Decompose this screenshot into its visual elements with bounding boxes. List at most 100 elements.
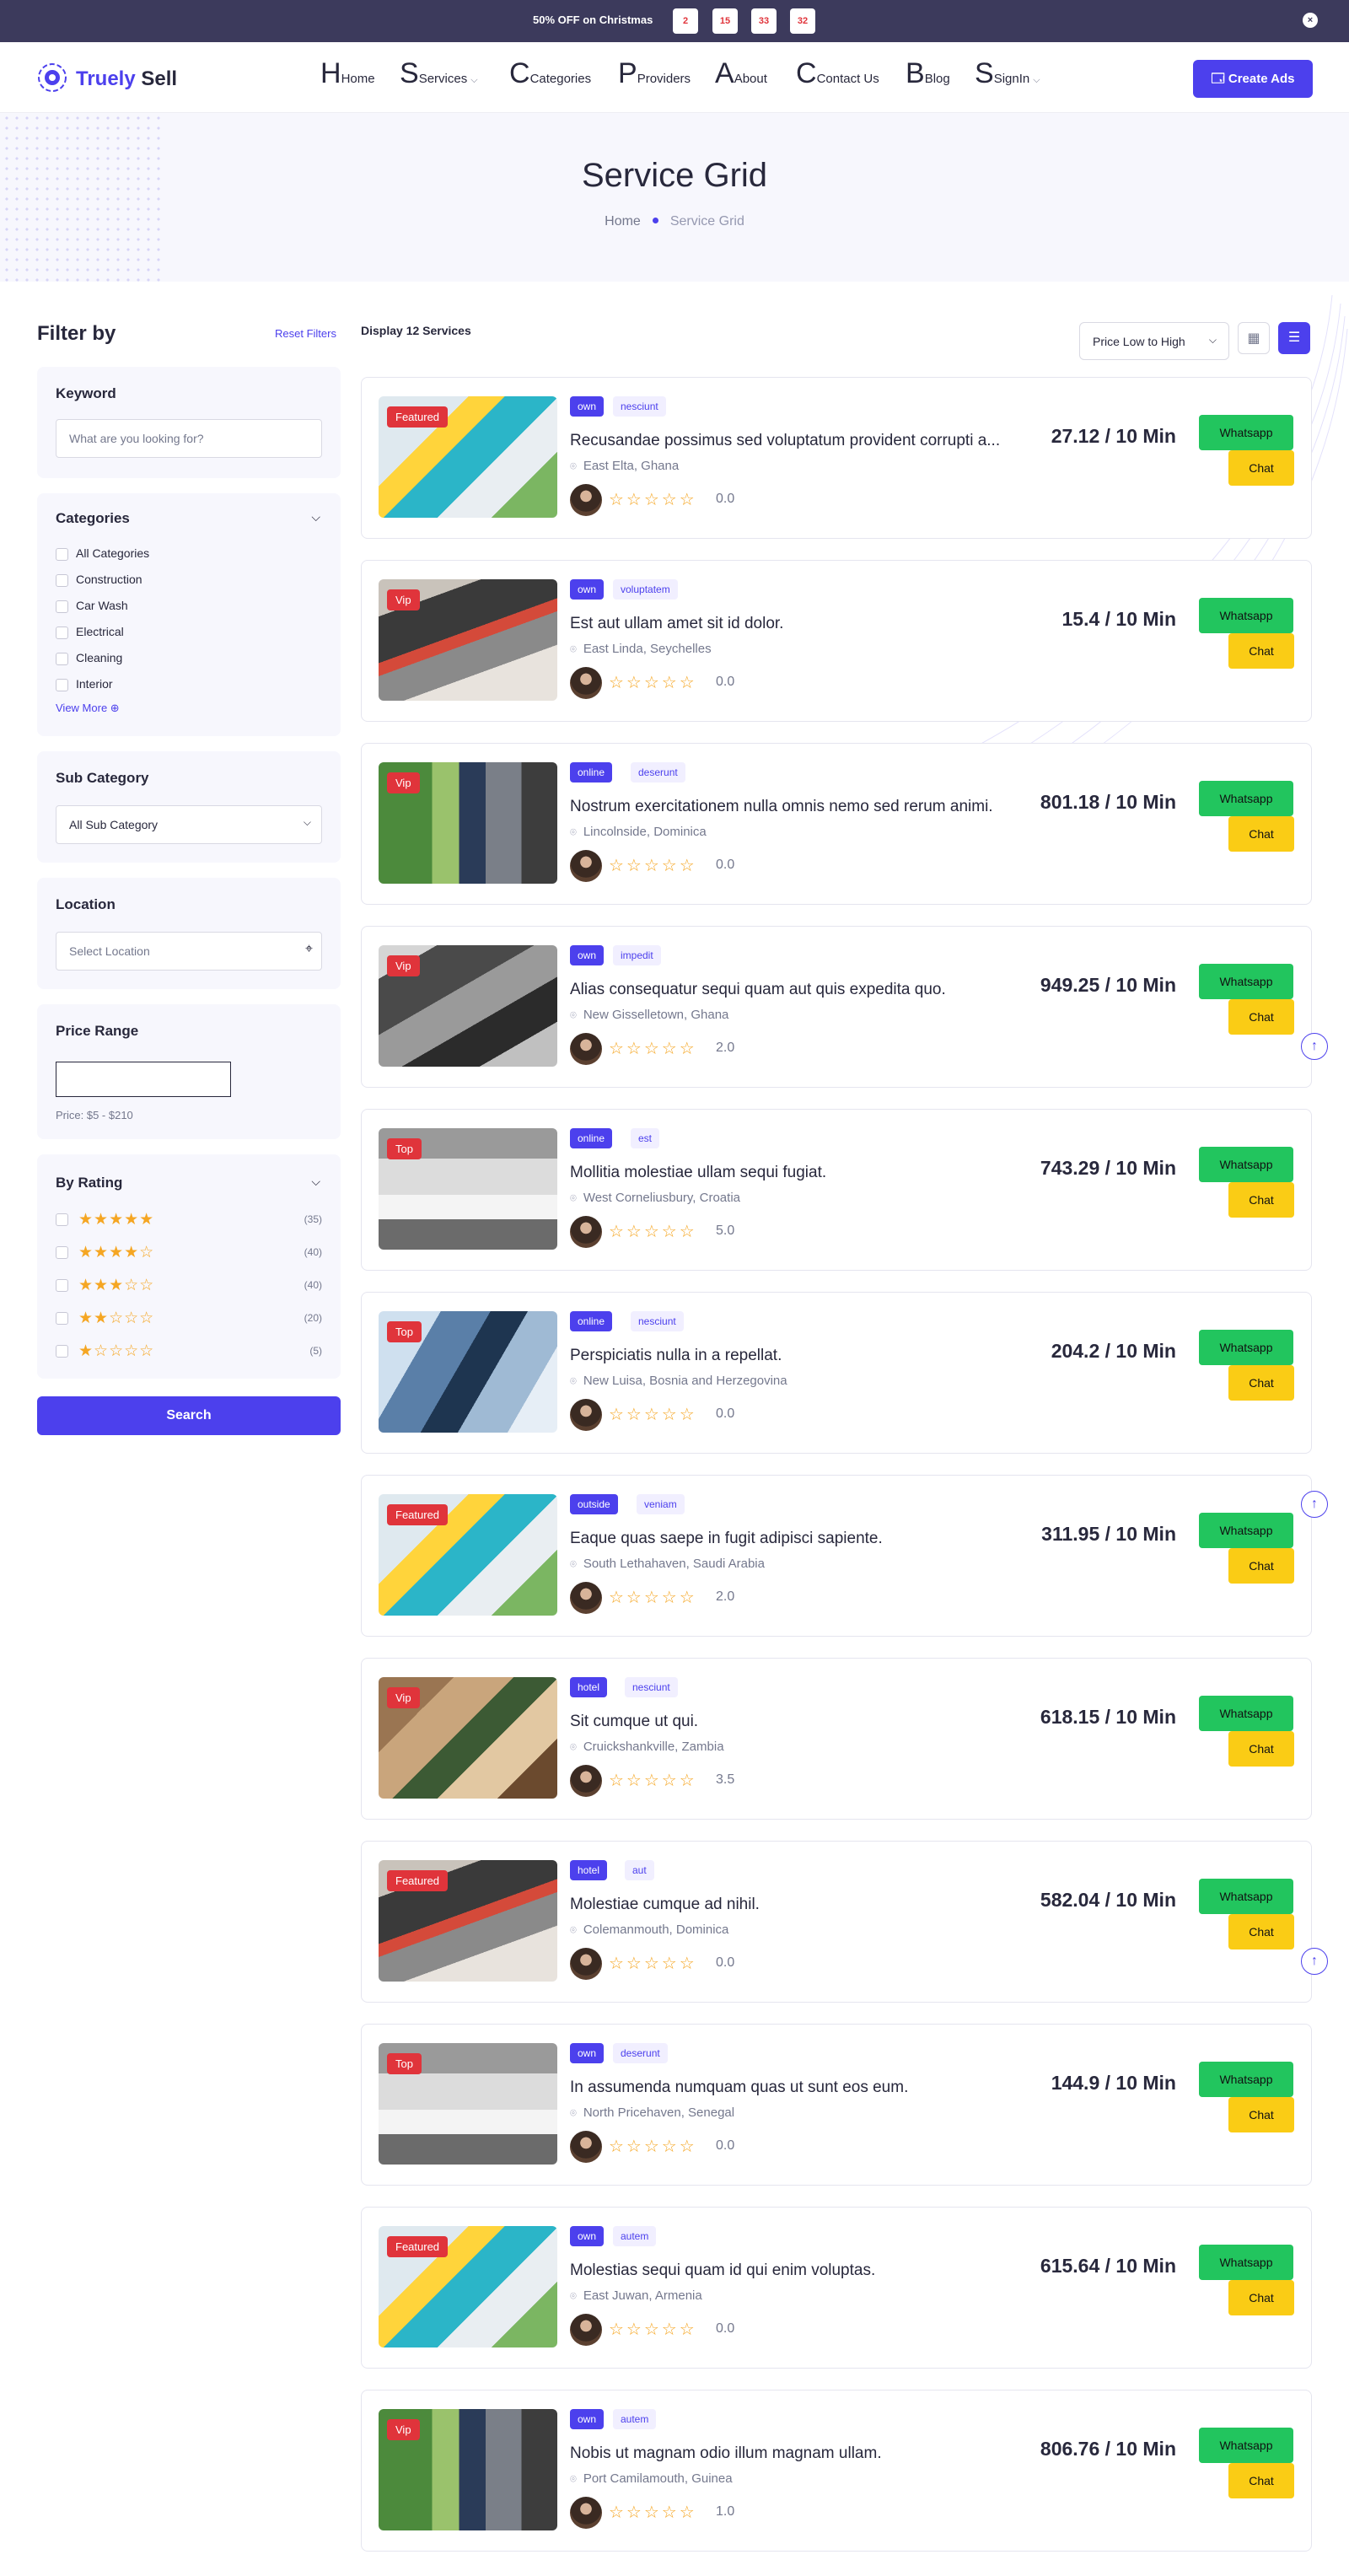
service-title[interactable]: Nostrum exercitationem nulla omnis nemo … bbox=[570, 798, 1042, 816]
search-button[interactable]: Search bbox=[37, 1396, 341, 1435]
whatsapp-button[interactable]: Whatsapp bbox=[1199, 1330, 1293, 1365]
whatsapp-button[interactable]: Whatsapp bbox=[1199, 2062, 1293, 2097]
sub-category-select[interactable]: All Sub Category ⌵ bbox=[56, 805, 322, 844]
whatsapp-button[interactable]: Whatsapp bbox=[1199, 1879, 1293, 1914]
category-checkbox[interactable]: Interior bbox=[56, 677, 113, 691]
checkbox[interactable] bbox=[56, 1312, 68, 1325]
chat-button[interactable]: Chat bbox=[1228, 1548, 1294, 1584]
service-title[interactable]: Eaque quas saepe in fugit adipisci sapie… bbox=[570, 1530, 1042, 1548]
checkbox[interactable] bbox=[56, 573, 68, 587]
keyword-input[interactable]: What are you looking for? bbox=[56, 419, 322, 458]
checkbox[interactable] bbox=[56, 678, 68, 691]
chat-button[interactable]: Chat bbox=[1228, 999, 1294, 1035]
chat-button[interactable]: Chat bbox=[1228, 633, 1294, 669]
service-card[interactable]: Vip own impedit Alias consequatur sequi qua… bbox=[361, 926, 1312, 1088]
category-checkbox[interactable]: Construction bbox=[56, 573, 142, 587]
service-card[interactable]: Featured own nesciunt Recusandae possimus s… bbox=[361, 377, 1312, 539]
service-title[interactable]: Alias consequatur sequi quam aut quis ex… bbox=[570, 981, 1042, 999]
provider-avatar[interactable] bbox=[570, 2497, 602, 2529]
service-title[interactable]: Molestias sequi quam id qui enim volupta… bbox=[570, 2261, 1042, 2280]
chat-button[interactable]: Chat bbox=[1228, 1365, 1294, 1401]
chevron-down-icon[interactable]: ⌵ bbox=[311, 510, 320, 524]
service-card[interactable]: Vip online deserunt Nostrum exercitationem … bbox=[361, 743, 1312, 905]
provider-avatar[interactable] bbox=[570, 1948, 602, 1980]
service-image[interactable]: Top bbox=[379, 2043, 557, 2165]
nav-blog[interactable]: BBlog bbox=[906, 59, 950, 88]
service-image[interactable]: Top bbox=[379, 1311, 557, 1433]
checkbox[interactable] bbox=[56, 1246, 68, 1259]
whatsapp-button[interactable]: Whatsapp bbox=[1199, 598, 1293, 633]
category-checkbox[interactable]: Cleaning bbox=[56, 651, 122, 665]
chat-button[interactable]: Chat bbox=[1228, 1182, 1294, 1218]
close-promo-icon[interactable]: × bbox=[1303, 13, 1318, 28]
scroll-up-icon[interactable]: ↑ bbox=[1301, 1948, 1328, 1975]
service-title[interactable]: Est aut ullam amet sit id dolor. bbox=[570, 615, 1042, 633]
chat-button[interactable]: Chat bbox=[1228, 816, 1294, 852]
nav-contact-us[interactable]: CContact Us bbox=[796, 59, 879, 88]
provider-avatar[interactable] bbox=[570, 850, 602, 882]
view-more-link[interactable]: View More ⊕ bbox=[56, 702, 120, 715]
service-title[interactable]: Perspiciatis nulla in a repellat. bbox=[570, 1347, 1042, 1365]
checkbox[interactable] bbox=[56, 626, 68, 639]
nav-about[interactable]: AAbout bbox=[715, 59, 767, 88]
service-title[interactable]: Sit cumque ut qui. bbox=[570, 1713, 1042, 1731]
whatsapp-button[interactable]: Whatsapp bbox=[1199, 2428, 1293, 2463]
chat-button[interactable]: Chat bbox=[1228, 2463, 1294, 2498]
provider-avatar[interactable] bbox=[570, 1582, 602, 1614]
service-image[interactable]: Featured bbox=[379, 1494, 557, 1616]
nav-signin[interactable]: SSignIn ⌵ bbox=[975, 59, 1040, 88]
provider-avatar[interactable] bbox=[570, 484, 602, 516]
service-card[interactable]: Featured own autem Molestias sequi quam id … bbox=[361, 2207, 1312, 2369]
checkbox[interactable] bbox=[56, 652, 68, 665]
service-card[interactable]: Vip own voluptatem Est aut ullam amet sit i… bbox=[361, 560, 1312, 722]
list-view-button[interactable]: ☰ bbox=[1278, 322, 1310, 354]
nav-providers[interactable]: PProviders bbox=[618, 59, 691, 88]
checkbox[interactable] bbox=[56, 547, 68, 561]
whatsapp-button[interactable]: Whatsapp bbox=[1199, 415, 1293, 450]
provider-avatar[interactable] bbox=[570, 1216, 602, 1248]
checkbox[interactable] bbox=[56, 600, 68, 613]
provider-avatar[interactable] bbox=[570, 1765, 602, 1797]
service-image[interactable]: Vip bbox=[379, 579, 557, 701]
service-title[interactable]: Molestiae cumque ad nihil. bbox=[570, 1896, 1042, 1914]
service-card[interactable]: Top online nesciunt Perspiciatis nulla in a… bbox=[361, 1292, 1312, 1454]
category-checkbox[interactable]: All Categories bbox=[56, 546, 149, 561]
whatsapp-button[interactable]: Whatsapp bbox=[1199, 964, 1293, 999]
price-range-input[interactable] bbox=[56, 1062, 231, 1097]
category-checkbox[interactable]: Car Wash bbox=[56, 599, 128, 613]
scroll-up-icon[interactable]: ↑ bbox=[1301, 1033, 1328, 1060]
provider-avatar[interactable] bbox=[570, 2314, 602, 2346]
grid-view-button[interactable]: ▦ bbox=[1238, 322, 1270, 354]
service-image[interactable]: Vip bbox=[379, 945, 557, 1067]
chat-button[interactable]: Chat bbox=[1228, 1914, 1294, 1949]
whatsapp-button[interactable]: Whatsapp bbox=[1199, 1513, 1293, 1548]
service-image[interactable]: Featured bbox=[379, 396, 557, 518]
provider-avatar[interactable] bbox=[570, 2131, 602, 2163]
scroll-up-icon[interactable]: ↑ bbox=[1301, 1491, 1328, 1518]
reset-filters-link[interactable]: Reset Filters bbox=[275, 327, 336, 340]
provider-avatar[interactable] bbox=[570, 667, 602, 699]
service-image[interactable]: Top bbox=[379, 1128, 557, 1250]
chevron-down-icon[interactable]: ⌵ bbox=[311, 1175, 320, 1189]
rating-filter-row[interactable]: ★★☆☆☆ (20) bbox=[56, 1310, 322, 1327]
location-input[interactable]: Select Location ⌖ bbox=[56, 932, 322, 971]
rating-filter-row[interactable]: ★☆☆☆☆ (5) bbox=[56, 1343, 322, 1360]
checkbox[interactable] bbox=[56, 1345, 68, 1358]
checkbox[interactable] bbox=[56, 1279, 68, 1292]
checkbox[interactable] bbox=[56, 1213, 68, 1226]
rating-filter-row[interactable]: ★★★★★ (35) bbox=[56, 1212, 322, 1229]
service-card[interactable]: Vip hotel nesciunt Sit cumque ut qui. ⌾ Cruic… bbox=[361, 1658, 1312, 1820]
whatsapp-button[interactable]: Whatsapp bbox=[1199, 781, 1293, 816]
service-image[interactable]: Featured bbox=[379, 2226, 557, 2347]
service-card[interactable]: Top online est Mollitia molestiae ullam seq… bbox=[361, 1109, 1312, 1271]
service-card[interactable]: Top own deserunt In assumenda numquam quas … bbox=[361, 2024, 1312, 2186]
service-card[interactable]: Featured hotel aut Molestiae cumque ad nihi… bbox=[361, 1841, 1312, 2003]
provider-avatar[interactable] bbox=[570, 1399, 602, 1431]
chat-button[interactable]: Chat bbox=[1228, 450, 1294, 486]
chat-button[interactable]: Chat bbox=[1228, 1731, 1294, 1767]
nav-categories[interactable]: CCategories bbox=[509, 59, 591, 88]
service-image[interactable]: Vip bbox=[379, 762, 557, 884]
service-title[interactable]: In assumenda numquam quas ut sunt eos eu… bbox=[570, 2079, 1042, 2097]
whatsapp-button[interactable]: Whatsapp bbox=[1199, 1147, 1293, 1182]
chat-button[interactable]: Chat bbox=[1228, 2280, 1294, 2315]
